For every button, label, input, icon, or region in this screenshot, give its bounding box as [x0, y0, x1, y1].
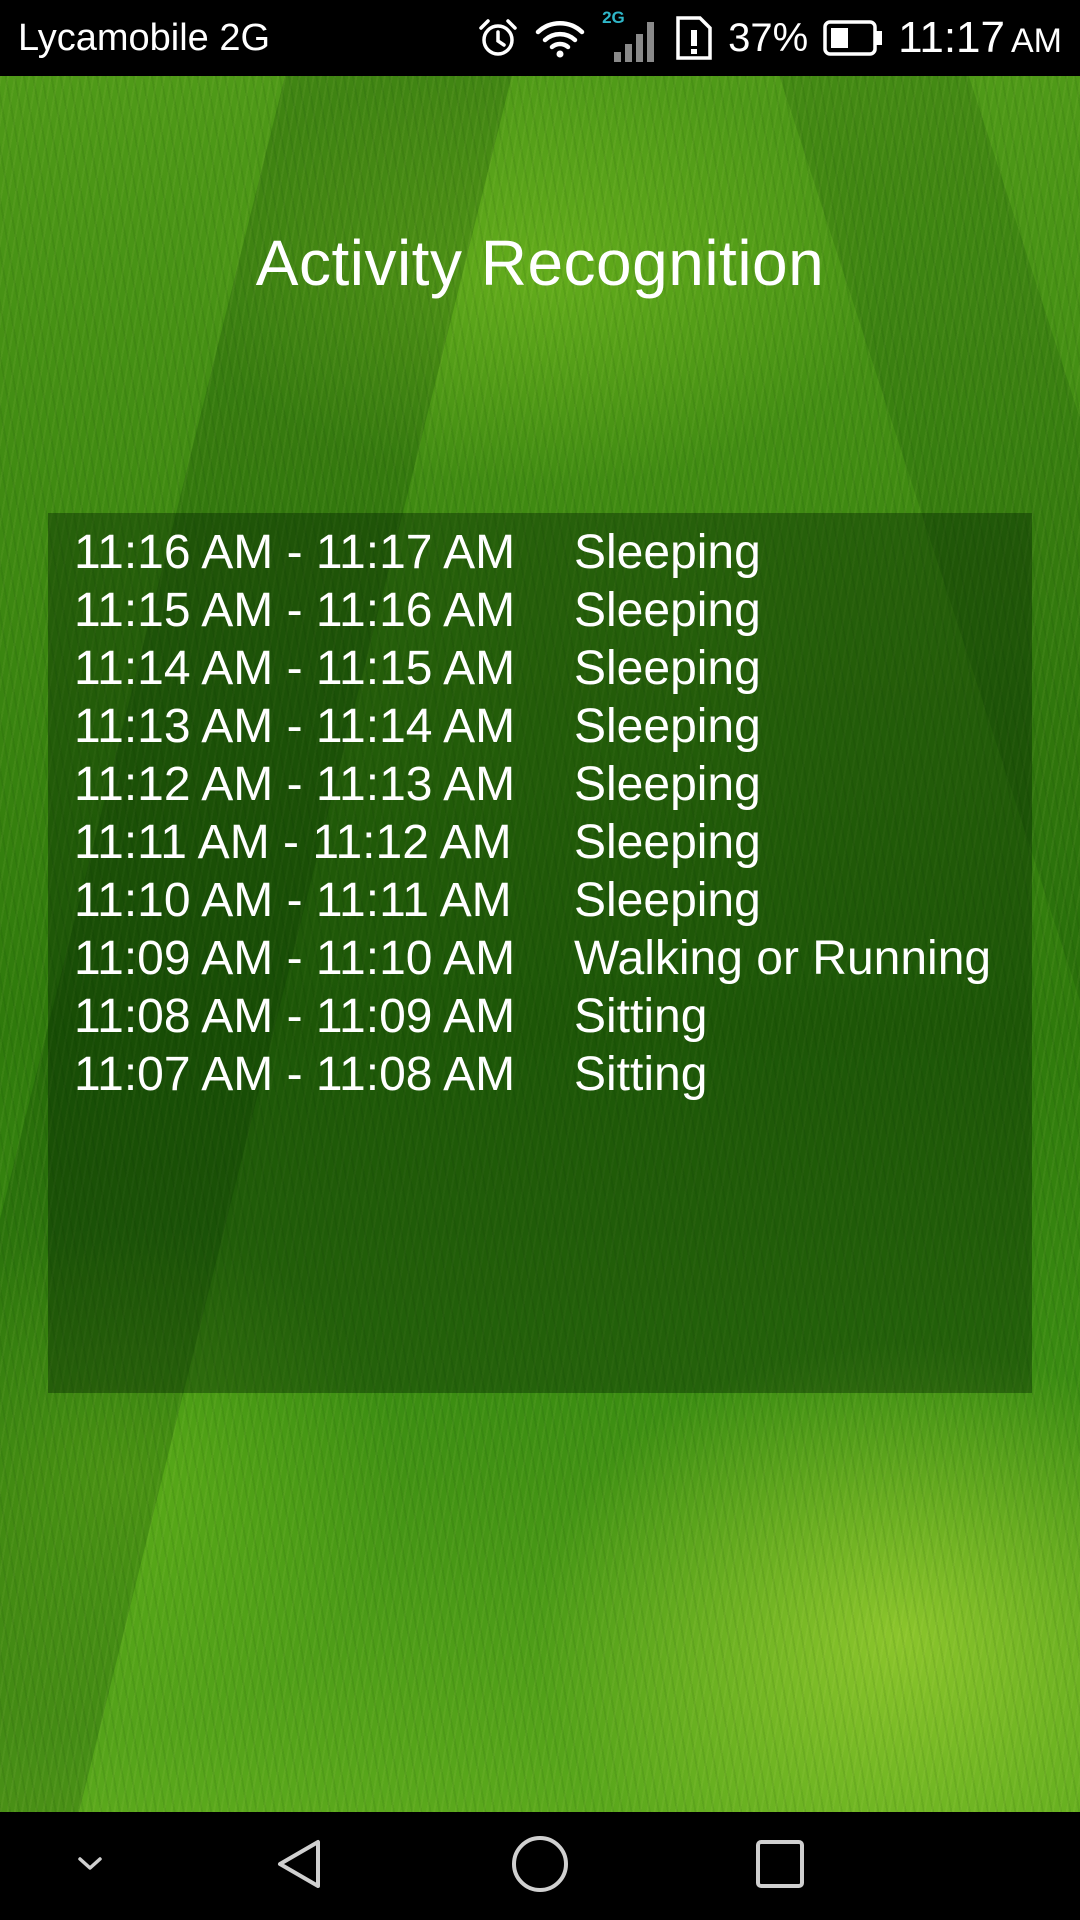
activity-label: Sleeping — [574, 815, 761, 869]
hide-nav-button[interactable] — [40, 1812, 140, 1920]
back-button[interactable] — [240, 1812, 360, 1920]
activity-time-range: 11:09 AM - 11:10 AM — [74, 931, 516, 985]
list-item: 11:11 AM - 11:12 AM Sleeping — [74, 813, 1032, 871]
list-item: 11:16 AM - 11:17 AM Sleeping — [74, 523, 1032, 581]
activity-time-range: 11:14 AM - 11:15 AM — [74, 641, 516, 695]
status-bar: Lycamobile 2G 2G 37% 11:17 AM — [0, 0, 1080, 76]
back-icon — [270, 1834, 330, 1899]
battery-icon — [822, 18, 884, 58]
activity-label: Sleeping — [574, 757, 761, 811]
status-clock: 11:17 AM — [898, 13, 1062, 63]
activity-label: Sleeping — [574, 699, 761, 753]
activity-time-range: 11:13 AM - 11:14 AM — [74, 699, 516, 753]
screen: Lycamobile 2G 2G 37% 11:17 AM Activity R… — [0, 0, 1080, 1920]
home-button[interactable] — [480, 1812, 600, 1920]
chevron-down-icon — [72, 1852, 108, 1881]
activity-label: Sleeping — [574, 873, 761, 927]
activity-label: Sleeping — [574, 525, 761, 579]
list-item: 11:15 AM - 11:16 AM Sleeping — [74, 581, 1032, 639]
alarm-icon — [476, 16, 520, 60]
wifi-icon — [534, 16, 586, 60]
carrier-name: Lycamobile 2G — [18, 16, 271, 59]
recents-icon — [752, 1836, 808, 1897]
recents-button[interactable] — [720, 1812, 840, 1920]
activity-label: Walking or Running — [574, 931, 992, 985]
activity-label: Sitting — [574, 989, 708, 1043]
activity-log-panel[interactable]: 11:16 AM - 11:17 AM Sleeping 11:15 AM - … — [48, 513, 1032, 1393]
activity-time-range: 11:07 AM - 11:08 AM — [74, 1047, 516, 1101]
list-item: 11:12 AM - 11:13 AM Sleeping — [74, 755, 1032, 813]
list-item: 11:08 AM - 11:09 AM Sitting — [74, 987, 1032, 1045]
activity-label: Sleeping — [574, 641, 761, 695]
activity-time-range: 11:11 AM - 11:12 AM — [74, 815, 512, 869]
navigation-bar — [0, 1812, 1080, 1920]
activity-time-range: 11:08 AM - 11:09 AM — [74, 989, 516, 1043]
signal-icon: 2G — [600, 8, 660, 68]
status-icons: 2G 37% 11:17 AM — [476, 8, 1062, 68]
activity-label: Sitting — [574, 1047, 708, 1101]
list-item: 11:14 AM - 11:15 AM Sleeping — [74, 639, 1032, 697]
clock-ampm: AM — [1011, 22, 1062, 60]
list-item: 11:09 AM - 11:10 AM Walking or Running — [74, 929, 1032, 987]
list-item: 11:13 AM - 11:14 AM Sleeping — [74, 697, 1032, 755]
home-icon — [509, 1833, 571, 1900]
background-grass-image: Activity Recognition 11:16 AM - 11:17 AM… — [0, 76, 1080, 1812]
page-title: Activity Recognition — [255, 227, 825, 299]
activity-time-range: 11:16 AM - 11:17 AM — [74, 525, 516, 579]
battery-percent: 37% — [728, 15, 809, 60]
clock-time: 11:17 — [898, 13, 1005, 62]
list-item: 11:07 AM - 11:08 AM Sitting — [74, 1045, 1032, 1103]
activity-time-range: 11:12 AM - 11:13 AM — [74, 757, 516, 811]
sim-alert-icon — [674, 14, 714, 62]
activity-label: Sleeping — [574, 583, 761, 637]
list-item: 11:10 AM - 11:11 AM Sleeping — [74, 871, 1032, 929]
activity-time-range: 11:10 AM - 11:11 AM — [74, 873, 512, 927]
activity-time-range: 11:15 AM - 11:16 AM — [74, 583, 516, 637]
